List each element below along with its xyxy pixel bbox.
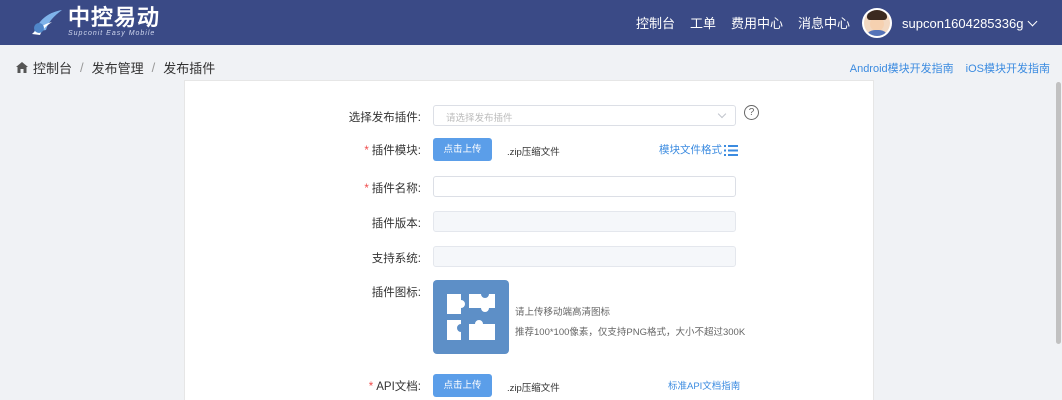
logo-icon: [32, 10, 62, 35]
breadcrumb-separator: /: [151, 60, 156, 75]
form-row-api-doc: * API文档: 点击上传 .zip压缩文件 标准API文档指南: [185, 374, 875, 398]
chevron-down-icon: [717, 109, 727, 119]
list-icon[interactable]: [724, 144, 738, 156]
publish-plugin-form: 选择发布插件: 请选择发布插件 ? * 插件模块: 点击上传 .zip压缩文件 模…: [184, 80, 874, 400]
breadcrumb-separator: /: [80, 60, 84, 75]
required-mark: *: [364, 183, 369, 195]
chevron-down-icon[interactable]: [1028, 16, 1038, 26]
puzzle-icon: [447, 294, 495, 340]
upload-api-doc-button[interactable]: 点击上传: [433, 374, 492, 397]
icon-hint-2: 推荐100*100像素，仅支持PNG格式，大小不超过300K: [515, 327, 746, 338]
name-label-text: 插件名称:: [371, 183, 421, 195]
nav-item-messages[interactable]: 消息中心: [798, 13, 850, 32]
upload-module-button[interactable]: 点击上传: [433, 138, 492, 161]
form-row-module: * 插件模块: 点击上传 .zip压缩文件 模块文件格式: [185, 138, 875, 162]
select-plugin-placeholder: 请选择发布插件: [446, 113, 513, 124]
top-navbar: 中控易动 Supconit Easy Mobile 控制台 工单 费用中心 消息…: [0, 0, 1062, 45]
breadcrumb-item-publish-plugin: 发布插件: [163, 61, 216, 76]
module-label: * 插件模块:: [185, 142, 421, 158]
api-doc-label-text: API文档:: [376, 381, 421, 393]
user-menu[interactable]: supcon1604285336g: [862, 8, 1038, 38]
username[interactable]: supcon1604285336g: [902, 16, 1023, 31]
module-format-link-text[interactable]: 模块文件格式: [659, 144, 722, 156]
scrollbar[interactable]: [1056, 82, 1061, 344]
home-icon: [16, 62, 28, 73]
form-row-select-plugin: 选择发布插件: 请选择发布插件 ?: [185, 105, 875, 127]
logo-subtitle: Supconit Easy Mobile: [68, 30, 156, 37]
select-plugin-label: 选择发布插件:: [348, 112, 421, 124]
avatar[interactable]: [862, 8, 892, 38]
help-icon[interactable]: ?: [744, 105, 759, 120]
required-mark: *: [368, 381, 374, 393]
nav-item-ticket[interactable]: 工单: [690, 13, 716, 32]
name-label: * 插件名称:: [185, 180, 421, 196]
api-doc-guide-link[interactable]: 标准API文档指南: [668, 378, 740, 392]
plugin-version-input: [433, 211, 736, 232]
nav-item-console[interactable]: 控制台: [636, 13, 675, 32]
form-row-name: * 插件名称:: [185, 176, 875, 198]
form-row-version: 插件版本:: [185, 211, 875, 233]
logo[interactable]: 中控易动 Supconit Easy Mobile: [30, 6, 160, 38]
api-zip-hint: .zip压缩文件: [507, 383, 560, 394]
form-row-icon: 插件图标: 请上传移动端高清图标 推荐100*100像素，仅支持PNG格式，大小…: [185, 280, 875, 356]
system-label: 支持系统:: [371, 253, 421, 265]
api-doc-label: * API文档:: [185, 378, 421, 394]
required-mark: *: [364, 145, 369, 157]
logo-title: 中控易动: [68, 5, 161, 30]
main-nav: 控制台 工单 费用中心 消息中心: [636, 0, 865, 45]
form-row-system: 支持系统:: [185, 246, 875, 268]
nav-item-billing[interactable]: 费用中心: [731, 13, 783, 32]
module-label-text: 插件模块:: [371, 145, 421, 157]
version-label: 插件版本:: [371, 218, 421, 230]
icon-hint-1: 请上传移动端高清图标: [515, 307, 611, 318]
breadcrumb-item-publish-manage[interactable]: 发布管理: [92, 58, 144, 77]
breadcrumb-item-console[interactable]: 控制台: [33, 58, 72, 77]
supported-system-input: [433, 246, 736, 267]
android-guide-link[interactable]: Android模块开发指南: [850, 60, 954, 76]
plugin-name-input[interactable]: [433, 176, 736, 197]
zip-hint: .zip压缩文件: [507, 147, 560, 158]
select-plugin-dropdown[interactable]: 请选择发布插件: [433, 105, 736, 126]
plugin-icon-upload[interactable]: [433, 280, 509, 354]
module-format-link[interactable]: 模块文件格式: [659, 142, 738, 157]
breadcrumb-bar: 控制台 / 发布管理 / 发布插件 Android模块开发指南 iOS模块开发指…: [0, 45, 1062, 82]
ios-guide-link[interactable]: iOS模块开发指南: [966, 60, 1050, 76]
dev-guide-links: Android模块开发指南 iOS模块开发指南: [838, 60, 1050, 76]
icon-label: 插件图标:: [371, 287, 421, 299]
breadcrumb: 控制台 / 发布管理 / 发布插件: [16, 58, 215, 77]
